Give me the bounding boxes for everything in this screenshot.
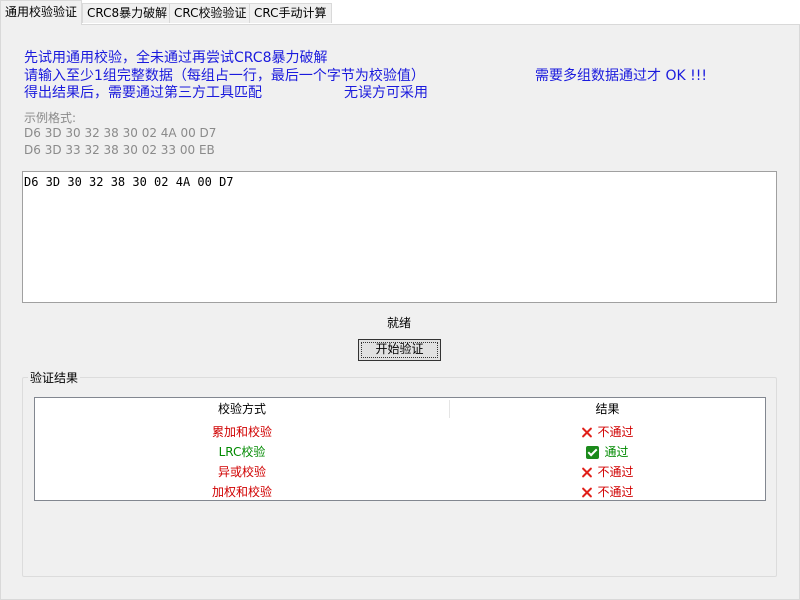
- tab-bar: 通用校验验证 CRC8暴力破解 CRC校验验证 CRC手动计算: [0, 0, 800, 25]
- column-header-method[interactable]: 校验方式: [35, 398, 449, 420]
- example-line-1: D6 3D 30 32 38 30 02 4A 00 D7: [24, 126, 217, 140]
- instruction-line-1: 先试用通用校验，全未通过再尝试CRC8暴力破解: [24, 50, 328, 66]
- row-result-text: 不通过: [597, 425, 634, 439]
- fail-x-icon: [581, 467, 592, 478]
- row-method: 加权和校验: [211, 485, 272, 499]
- row-result-text: 通过: [604, 445, 629, 459]
- data-input-textarea[interactable]: D6 3D 30 32 38 30 02 4A 00 D7: [22, 171, 777, 303]
- row-result-text: 不通过: [597, 485, 634, 499]
- table-row[interactable]: 累加和校验 不通过: [35, 422, 765, 442]
- row-method: 异或校验: [217, 465, 266, 479]
- instruction-line-3-right: 无误方可采用: [344, 85, 428, 101]
- tab-general-check[interactable]: 通用校验验证: [0, 0, 83, 25]
- start-verify-button[interactable]: 开始验证: [358, 339, 441, 361]
- fail-x-icon: [581, 487, 592, 498]
- row-method: 累加和校验: [211, 425, 272, 439]
- column-header-result[interactable]: 结果: [450, 398, 765, 420]
- row-result-text: 不通过: [597, 465, 634, 479]
- example-label: 示例格式:: [24, 111, 77, 125]
- table-row[interactable]: 异或校验 不通过: [35, 462, 765, 482]
- tab-panel: 先试用通用校验，全未通过再尝试CRC8暴力破解 请输入至少1组完整数据（每组占一…: [0, 24, 800, 600]
- table-row[interactable]: 加权和校验 不通过: [35, 482, 765, 502]
- instruction-line-3: 得出结果后，需要通过第三方工具匹配: [24, 85, 262, 101]
- row-result: 不通过: [450, 482, 765, 502]
- tab-crc8-bruteforce[interactable]: CRC8暴力破解: [82, 3, 173, 23]
- results-group-label: 验证结果: [28, 369, 81, 386]
- results-list-header: 校验方式 结果: [35, 398, 765, 420]
- fail-x-icon: [581, 427, 592, 438]
- tab-crc-check[interactable]: CRC校验验证: [169, 3, 252, 23]
- pass-check-icon: [586, 445, 600, 459]
- row-result: 不通过: [450, 462, 765, 482]
- row-result: 不通过: [450, 422, 765, 442]
- example-line-2: D6 3D 33 32 38 30 02 33 00 EB: [24, 143, 215, 157]
- results-list[interactable]: 校验方式 结果 累加和校验 不通过 LRC校验 通过 异或校验 不通过 加权和校…: [34, 397, 766, 501]
- status-text: 就绪: [387, 316, 412, 330]
- row-result: 通过: [450, 442, 765, 462]
- tab-crc-manual-calc[interactable]: CRC手动计算: [249, 3, 332, 23]
- row-method: LRC校验: [218, 445, 266, 459]
- table-row[interactable]: LRC校验 通过: [35, 442, 765, 462]
- instruction-line-2-right: 需要多组数据通过才 OK !!!: [535, 68, 707, 84]
